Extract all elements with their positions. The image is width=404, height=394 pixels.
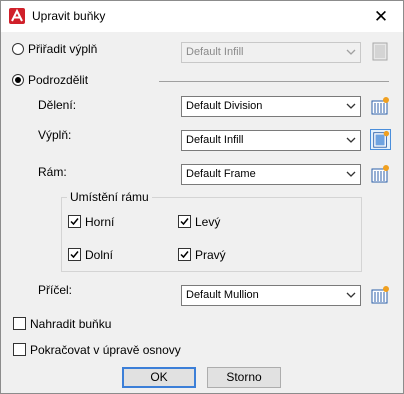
right-label: Pravý: [195, 248, 226, 262]
assign-fill-dropdown: Default Infill: [181, 42, 361, 63]
frame-style-icon: [371, 165, 389, 183]
close-button[interactable]: ✕: [359, 1, 403, 32]
continue-editing-checkbox[interactable]: [13, 343, 26, 356]
frame-style-button[interactable]: [370, 163, 391, 184]
chevron-down-icon: [346, 292, 356, 298]
division-style-button[interactable]: [370, 95, 391, 116]
mullion-style-button[interactable]: [370, 284, 391, 305]
infill-value: Default Infill: [186, 134, 244, 146]
chevron-down-icon: [346, 171, 356, 177]
autocad-app-icon: [9, 8, 25, 24]
chevron-down-icon: [346, 137, 356, 143]
replace-cell-checkbox[interactable]: [13, 317, 26, 330]
checkmark-icon: [70, 251, 79, 259]
frame-label: Rám:: [38, 165, 67, 179]
subdivide-radio[interactable]: [12, 74, 24, 86]
division-label: Dělení:: [38, 98, 77, 112]
assign-fill-radio[interactable]: [12, 43, 24, 55]
infill-style-icon: [372, 42, 388, 61]
top-label: Horní: [85, 215, 115, 229]
title-bar: Upravit buňky ✕: [1, 1, 403, 32]
mullion-style-icon: [371, 286, 389, 304]
frame-value: Default Frame: [186, 168, 256, 180]
chevron-down-icon: [346, 49, 356, 55]
dialog-title: Upravit buňky: [32, 9, 106, 23]
infill-style-button-disabled: [370, 41, 391, 62]
continue-editing-label: Pokračovat v úpravě osnovy: [30, 343, 181, 357]
checkmark-icon: [70, 218, 79, 226]
checkmark-icon: [180, 251, 189, 259]
mullion-dropdown[interactable]: Default Mullion: [181, 285, 361, 306]
infill-label: Výplň:: [38, 128, 72, 142]
division-value: Default Division: [186, 100, 263, 112]
left-checkbox[interactable]: [178, 215, 191, 228]
infill-dropdown[interactable]: Default Infill: [181, 130, 361, 151]
chevron-down-icon: [346, 103, 356, 109]
frame-dropdown[interactable]: Default Frame: [181, 164, 361, 185]
mullion-label: Příčel:: [38, 283, 73, 297]
edit-cells-dialog: Upravit buňky ✕ Přiřadit výplň Default I…: [0, 0, 404, 394]
division-style-icon: [371, 97, 389, 115]
separator-line: [159, 81, 389, 82]
infill-style-icon: [373, 130, 390, 148]
mullion-value: Default Mullion: [186, 289, 259, 301]
assign-fill-label: Přiřadit výplň: [28, 42, 98, 56]
close-icon: ✕: [373, 7, 389, 26]
bottom-checkbox[interactable]: [68, 248, 81, 261]
assign-fill-value: Default Infill: [186, 46, 244, 58]
top-checkbox[interactable]: [68, 215, 81, 228]
right-checkbox[interactable]: [178, 248, 191, 261]
ok-button[interactable]: OK: [122, 367, 196, 388]
checkmark-icon: [180, 218, 189, 226]
division-dropdown[interactable]: Default Division: [181, 96, 361, 117]
replace-cell-label: Nahradit buňku: [30, 317, 112, 331]
bottom-label: Dolní: [85, 248, 114, 262]
cancel-button[interactable]: Storno: [207, 367, 281, 388]
frame-placement-title: Umístění rámu: [67, 190, 152, 204]
left-label: Levý: [195, 215, 221, 229]
infill-style-button[interactable]: [370, 129, 391, 150]
subdivide-label: Podrozdělit: [28, 73, 89, 87]
